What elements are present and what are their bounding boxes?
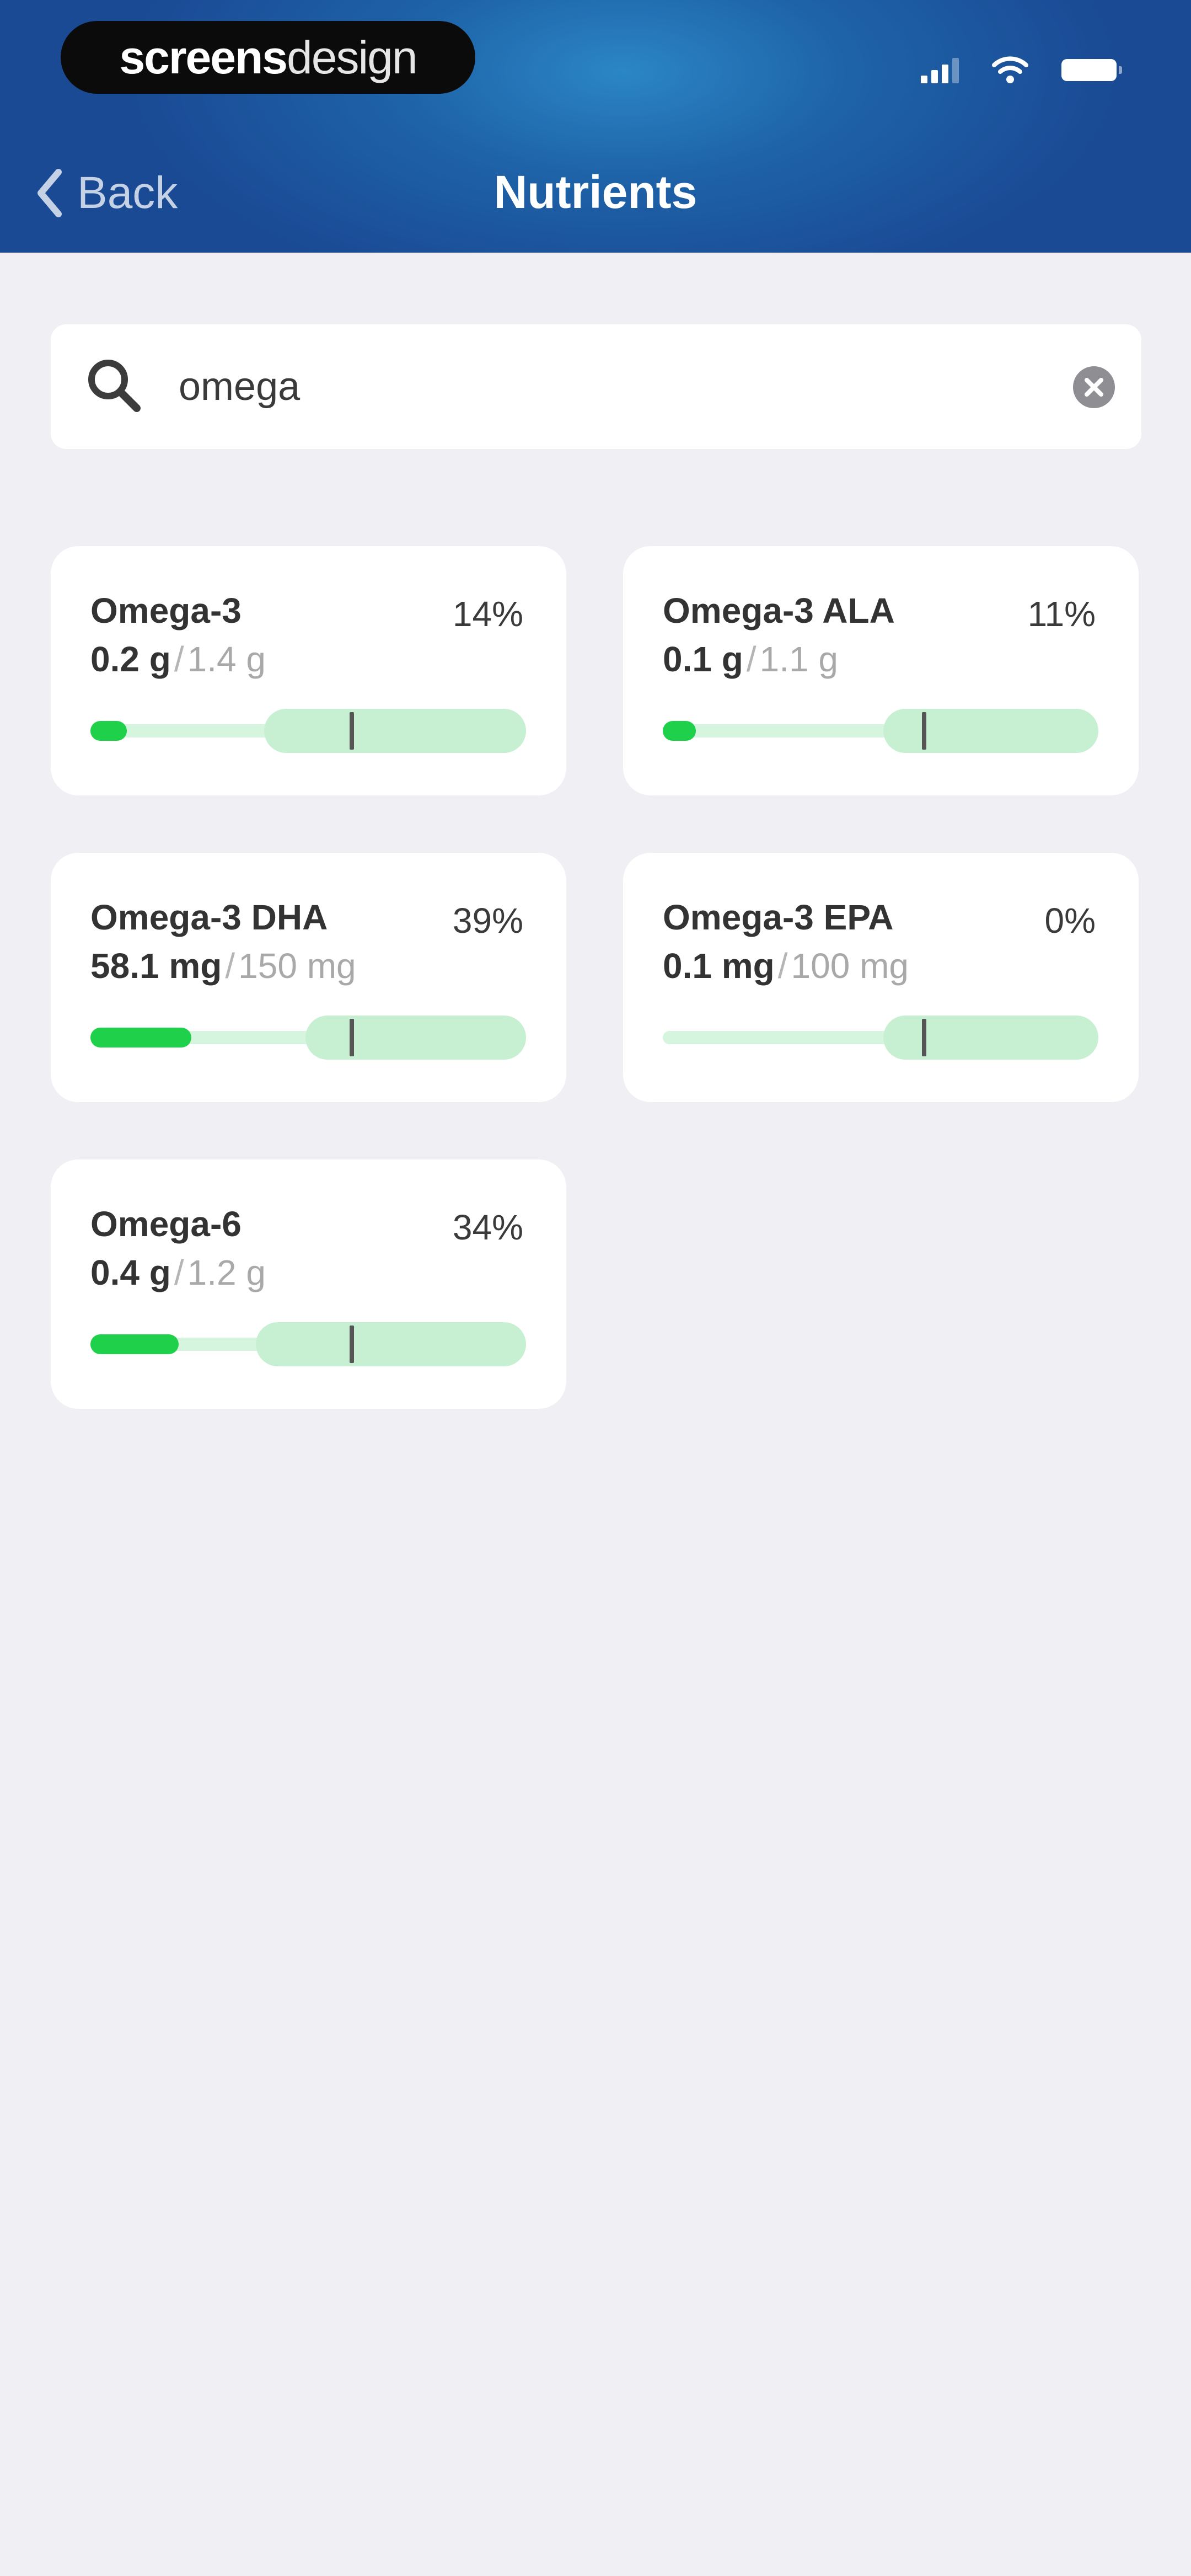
nutrient-progress-bar	[663, 709, 1098, 753]
brand-logo: screensdesign	[119, 31, 417, 83]
progress-target-marker	[922, 1019, 926, 1056]
progress-fill	[90, 1028, 191, 1047]
progress-fill	[90, 721, 127, 741]
clear-search-icon[interactable]	[1072, 365, 1116, 409]
nutrient-card[interactable]: Omega-6 34% 0.4 g/1.2 g	[51, 1159, 566, 1409]
nutrient-target: 1.1 g	[759, 639, 838, 679]
nutrient-percent: 14%	[452, 594, 523, 634]
nutrient-amount: 0.2 g	[90, 639, 171, 679]
cellular-signal-icon	[921, 57, 959, 83]
search-input[interactable]	[178, 353, 1062, 420]
nutrient-name: Omega-3 ALA	[663, 591, 895, 630]
nutrient-amount: 0.4 g	[90, 1253, 171, 1292]
progress-target-marker	[350, 712, 354, 750]
nutrient-progress-bar	[90, 709, 526, 753]
nutrient-amount-row: 0.1 g/1.1 g	[663, 639, 838, 680]
nutrient-name: Omega-6	[90, 1204, 242, 1244]
nutrient-name: Omega-3	[90, 591, 242, 630]
nutrient-card[interactable]: Omega-3 ALA 11% 0.1 g/1.1 g	[623, 546, 1139, 795]
nutrient-percent: 39%	[452, 901, 523, 940]
amount-separator: /	[746, 639, 757, 679]
search-bar[interactable]	[51, 324, 1141, 449]
progress-target-range	[256, 1322, 526, 1366]
progress-fill	[90, 1334, 179, 1354]
progress-target-range	[883, 1016, 1098, 1060]
nutrient-progress-bar	[663, 1016, 1098, 1060]
header: screensdesign Back Nutrients	[0, 0, 1191, 253]
nutrient-percent: 34%	[452, 1207, 523, 1247]
nutrient-amount-row: 0.1 mg/100 mg	[663, 945, 909, 986]
nutrient-amount: 58.1 mg	[90, 946, 222, 986]
nutrient-name: Omega-3 DHA	[90, 897, 328, 937]
search-icon	[88, 360, 141, 412]
nutrient-target: 1.2 g	[187, 1253, 266, 1292]
nutrient-amount-row: 0.2 g/1.4 g	[90, 639, 266, 680]
wifi-icon	[992, 56, 1028, 83]
nutrient-card[interactable]: Omega-3 DHA 39% 58.1 mg/150 mg	[51, 853, 566, 1102]
nutrient-target: 100 mg	[791, 946, 909, 986]
progress-target-marker	[350, 1019, 354, 1056]
amount-separator: /	[225, 946, 235, 986]
nutrient-progress-bar	[90, 1016, 526, 1060]
amount-separator: /	[174, 1253, 184, 1292]
page-title: Nutrients	[493, 166, 698, 218]
nutrient-percent: 11%	[1027, 594, 1096, 634]
progress-target-range	[305, 1016, 526, 1060]
progress-fill	[663, 721, 696, 741]
nutrient-amount-row: 0.4 g/1.2 g	[90, 1252, 266, 1293]
nutrient-card[interactable]: Omega-3 14% 0.2 g/1.4 g	[51, 546, 566, 795]
progress-target-marker	[922, 712, 926, 750]
nutrient-amount-row: 58.1 mg/150 mg	[90, 945, 356, 986]
nutrient-target: 1.4 g	[187, 639, 266, 679]
progress-target-range	[883, 709, 1098, 753]
battery-icon	[1061, 59, 1122, 81]
nutrient-target: 150 mg	[238, 946, 356, 986]
nutrient-card[interactable]: Omega-3 EPA 0% 0.1 mg/100 mg	[623, 853, 1139, 1102]
nutrient-name: Omega-3 EPA	[663, 897, 894, 937]
progress-target-marker	[350, 1326, 354, 1363]
nutrient-percent: 0%	[1044, 901, 1096, 940]
nutrient-amount: 0.1 g	[663, 639, 743, 679]
nutrient-progress-bar	[90, 1322, 526, 1366]
status-icons	[921, 51, 1122, 89]
progress-target-range	[264, 709, 526, 753]
brand-badge: screensdesign	[61, 21, 475, 94]
amount-separator: /	[777, 946, 788, 986]
amount-separator: /	[174, 639, 184, 679]
nutrient-amount: 0.1 mg	[663, 946, 775, 986]
